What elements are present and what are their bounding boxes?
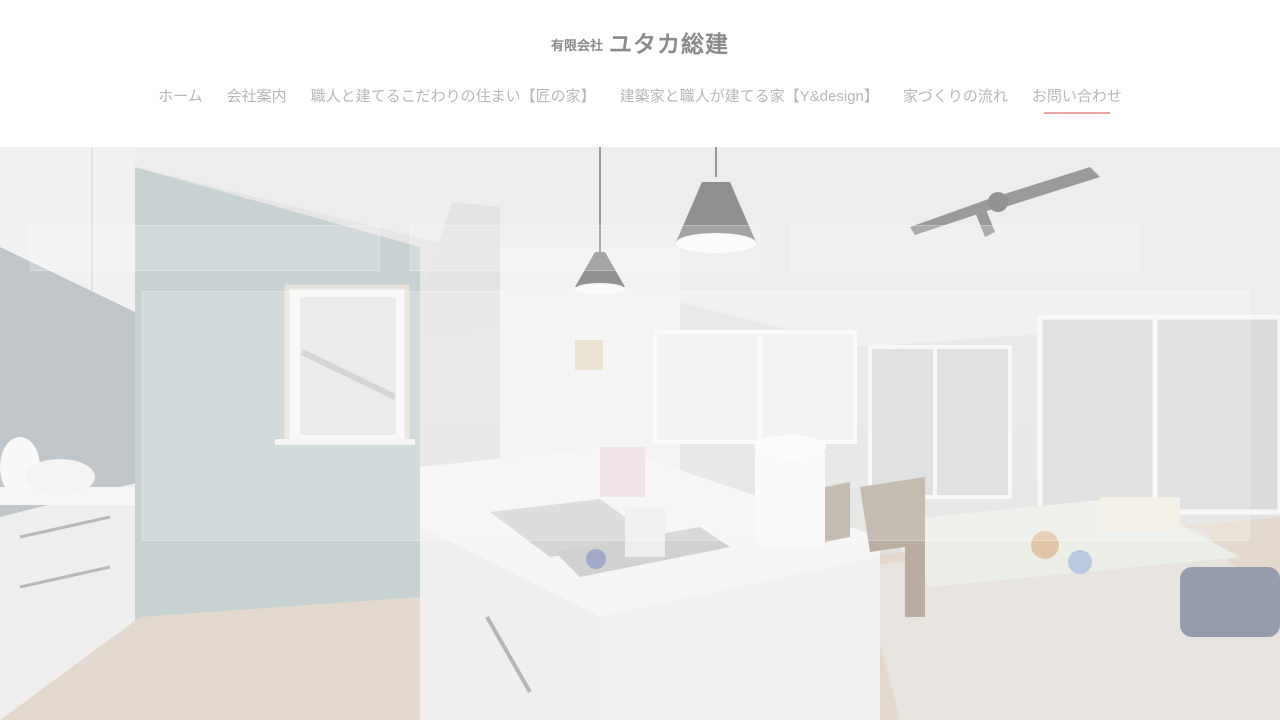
site-header: 有限会社 ユタカ総建 ホーム 会社案内 職人と建てるこだわりの住まい【匠の家】 … [0, 0, 1280, 147]
hero-ghost-box-center [410, 225, 760, 271]
nav-item-contact[interactable]: お問い合わせ [1032, 83, 1122, 114]
nav-item-building-flow[interactable]: 家づくりの流れ [903, 83, 1008, 108]
logo-company-type: 有限会社 [550, 39, 603, 54]
hero-ghost-box-left [30, 225, 380, 271]
nav-item-company[interactable]: 会社案内 [227, 83, 287, 108]
nav-item-y-design[interactable]: 建築家と職人が建てる家【Y&design】 [620, 83, 879, 108]
nav-item-home[interactable]: ホーム [158, 83, 203, 108]
nav-item-takumi-house[interactable]: 職人と建てるこだわりの住まい【匠の家】 [311, 83, 596, 108]
hero-ghost-panel [142, 291, 1250, 541]
main-nav: ホーム 会社案内 職人と建てるこだわりの住まい【匠の家】 建築家と職人が建てる家… [0, 82, 1280, 114]
hero-image [0, 147, 1280, 720]
logo-company-name: ユタカ総建 [609, 32, 729, 58]
hero-ghost-box-right [790, 225, 1140, 271]
site-logo[interactable]: 有限会社 ユタカ総建 [0, 22, 1280, 58]
